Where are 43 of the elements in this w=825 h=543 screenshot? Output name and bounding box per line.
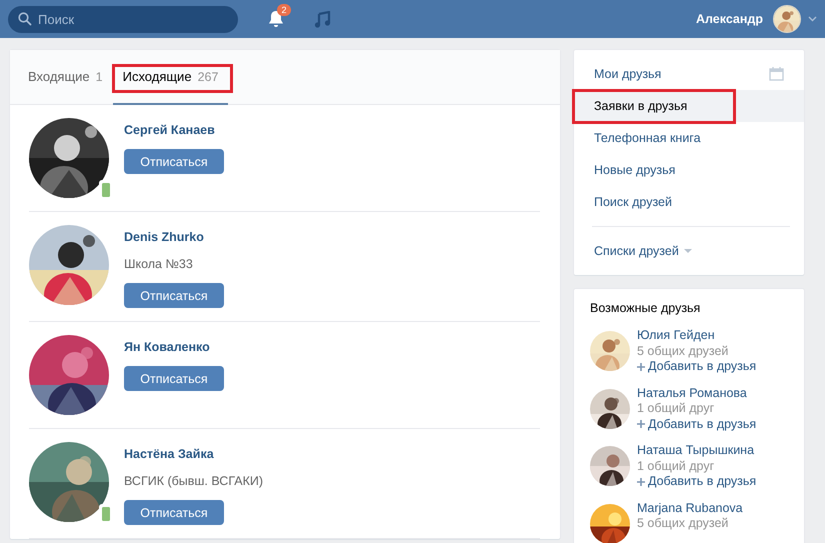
add-friend-link[interactable]: Добавить в друзья [637,416,756,432]
person-name[interactable]: Наталья Романова [637,386,756,401]
person-name[interactable]: Denis Zhurko [124,230,204,244]
person-name[interactable]: Marjana Rubanova [637,500,743,516]
search-field[interactable]: Поиск [8,6,238,32]
menu-item[interactable]: Поиск друзей [574,186,804,218]
menu-item[interactable]: Новые друзья [574,154,804,186]
plus-icon [637,478,645,486]
person-subtitle: ВСГИК (бывш. ВСГАКИ) [124,474,264,488]
add-friend-link[interactable]: Добавить в друзья [637,359,756,374]
unsubscribe-button[interactable]: Отписаться [124,366,224,391]
friend-lists-dropdown[interactable]: Списки друзей [574,235,712,267]
mutual-friends: 1 общий друг [637,401,716,416]
person-name[interactable]: Ян Коваленко [124,340,210,354]
music-note-icon[interactable] [314,10,331,28]
notification-badge: 2 [277,4,291,16]
person-name[interactable]: Наташа Тырышкина [637,443,756,458]
bell-icon[interactable] [268,10,284,28]
unsubscribe-button[interactable]: Отписаться [124,149,224,174]
chevron-down-icon[interactable] [808,16,817,22]
unsubscribe-button[interactable]: Отписаться [124,500,224,525]
calendar-icon[interactable] [769,67,784,81]
menu-item[interactable]: Телефонная книга [574,122,804,154]
tab[interactable]: Исходящие 267 [112,50,228,105]
plus-icon [637,362,645,371]
person-name[interactable]: Сергей Канаев [124,123,215,137]
menu-item[interactable]: Мои друзья [574,58,804,90]
caret-icon [684,249,692,253]
menu-item[interactable]: Заявки в друзья [574,90,804,122]
plus-icon [637,420,645,428]
add-friend-link[interactable]: Добавить в друзья [637,474,756,490]
mutual-friends: 1 общий друг [637,458,716,474]
person-name[interactable]: Настёна Зайка [124,447,214,461]
mutual-friends: 5 общих друзей [637,516,730,532]
person-subtitle: Школа №33 [124,257,193,271]
tab[interactable]: Входящие 1 [18,50,113,105]
unsubscribe-button[interactable]: Отписаться [124,283,224,308]
tab-count: 1 [96,70,103,84]
card-title: Возможные друзья [590,301,702,315]
tab-count: 267 [198,70,218,84]
user-name[interactable]: Александр [696,12,763,26]
mutual-friends: 5 общих друзей [637,344,730,359]
person-name[interactable]: Юлия Гейден [637,328,756,344]
